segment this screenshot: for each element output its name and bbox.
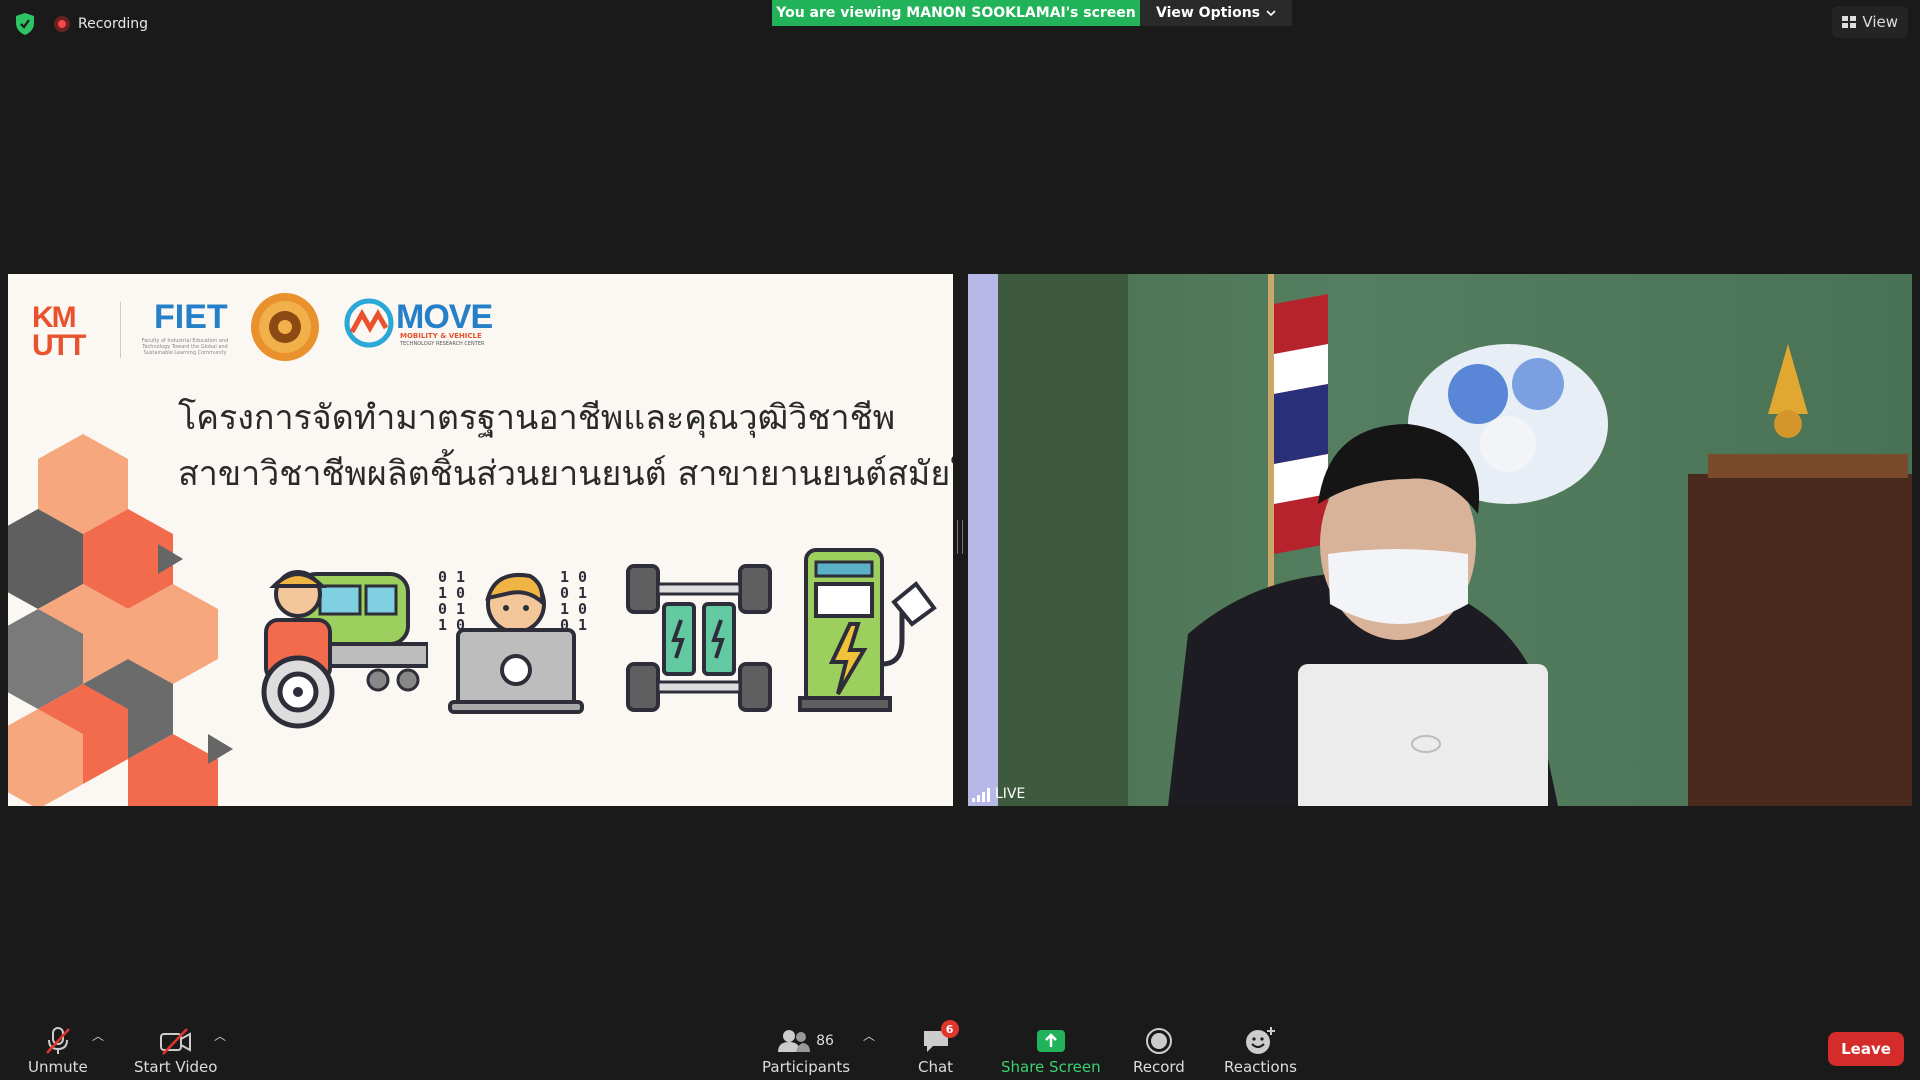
live-label: LIVE (995, 786, 1026, 802)
viewing-banner: You are viewing MANON SOOKLAMAI's screen (772, 0, 1140, 26)
gear-emblem-logo (251, 293, 319, 361)
meeting-toolbar: Unmute ︿ Start Video ︿ 86 Participants ︿ (0, 1004, 1920, 1080)
view-options-button[interactable]: View Options (1140, 0, 1292, 26)
participants-count: 86 (816, 1033, 834, 1049)
unmute-label: Unmute (28, 1058, 88, 1076)
start-video-label: Start Video (134, 1058, 218, 1076)
reactions-button[interactable]: Reactions (1224, 1024, 1297, 1076)
chevron-down-icon (1266, 10, 1276, 17)
logo-divider (120, 302, 121, 358)
move-logo-mark (344, 298, 394, 348)
ev-charger-icon (798, 548, 937, 712)
record-label: Record (1133, 1058, 1185, 1076)
signal-strength-icon (972, 788, 990, 802)
smiley-reaction-icon (1246, 1027, 1276, 1054)
share-screen-label: Share Screen (1001, 1058, 1101, 1076)
fiet-logo: FIET (154, 298, 228, 336)
move-logo-sub: MOBILITY & VEHICLE (400, 332, 482, 340)
panel-resize-handle[interactable] (957, 520, 963, 554)
slide-title-line1: โครงการจัดทำมาตรฐานอาชีพและคุณวุฒิวิชาชี… (178, 398, 896, 438)
share-screen-button[interactable]: Share Screen (1001, 1024, 1101, 1076)
recording-dot-icon (54, 16, 70, 32)
slide-title-line2: สาขาวิชาชีพผลิตชิ้นส่วนยานยนต์ สาขายานยน… (178, 454, 953, 494)
speaker-video[interactable]: LIVE (968, 274, 1912, 806)
participants-icon (778, 1030, 811, 1052)
participants-label: Participants (762, 1058, 851, 1076)
start-video-button[interactable]: Start Video (134, 1024, 217, 1076)
slide-title: โครงการจัดทำมาตรฐานอาชีพและคุณวุฒิวิชาชี… (178, 390, 953, 502)
muted-microphone-icon (43, 1024, 73, 1058)
mechanic-car-icon (261, 570, 428, 729)
video-options-caret-icon[interactable]: ︿ (214, 1027, 226, 1044)
video-frame (968, 274, 1912, 806)
recording-indicator[interactable]: Recording (54, 16, 148, 32)
participants-button[interactable]: 86 Participants (762, 1024, 850, 1076)
security-shield-icon[interactable] (14, 12, 36, 36)
recording-label: Recording (78, 16, 149, 32)
leave-button[interactable]: Leave (1828, 1032, 1904, 1066)
shared-screen[interactable]: KM UTT FIET Faculty of Industrial Educat… (8, 274, 953, 806)
live-indicator: LIVE (972, 786, 1025, 802)
participants-options-caret-icon[interactable]: ︿ (863, 1027, 875, 1044)
chat-button[interactable]: 6 Chat (918, 1020, 959, 1076)
ev-chassis-battery-icon (626, 564, 772, 712)
view-options-label: View Options (1155, 5, 1261, 21)
view-label: View (1862, 13, 1898, 31)
reactions-label: Reactions (1224, 1058, 1297, 1076)
meeting-status: Recording (14, 12, 148, 36)
chat-label: Chat (918, 1058, 954, 1076)
programmer-laptop-icon: 0 1 1 0 0 1 1 0 1 0 0 1 1 0 0 1 (438, 568, 587, 714)
kmutt-logo: KM UTT (32, 301, 86, 362)
record-icon (1145, 1028, 1172, 1054)
video-off-icon (159, 1024, 193, 1058)
fiet-logo-tagline: Faculty of Industrial Education and Tech… (141, 338, 229, 356)
view-button[interactable]: View (1832, 6, 1908, 38)
record-button[interactable]: Record (1133, 1024, 1185, 1076)
share-screen-icon (1036, 1030, 1065, 1052)
chat-unread-badge: 6 (940, 1020, 959, 1038)
move-logo-sub2: TECHNOLOGY RESEARCH CENTER (400, 341, 485, 347)
unmute-button[interactable]: Unmute (28, 1024, 88, 1076)
grid-view-icon (1842, 16, 1857, 28)
audio-options-caret-icon[interactable]: ︿ (92, 1027, 104, 1044)
